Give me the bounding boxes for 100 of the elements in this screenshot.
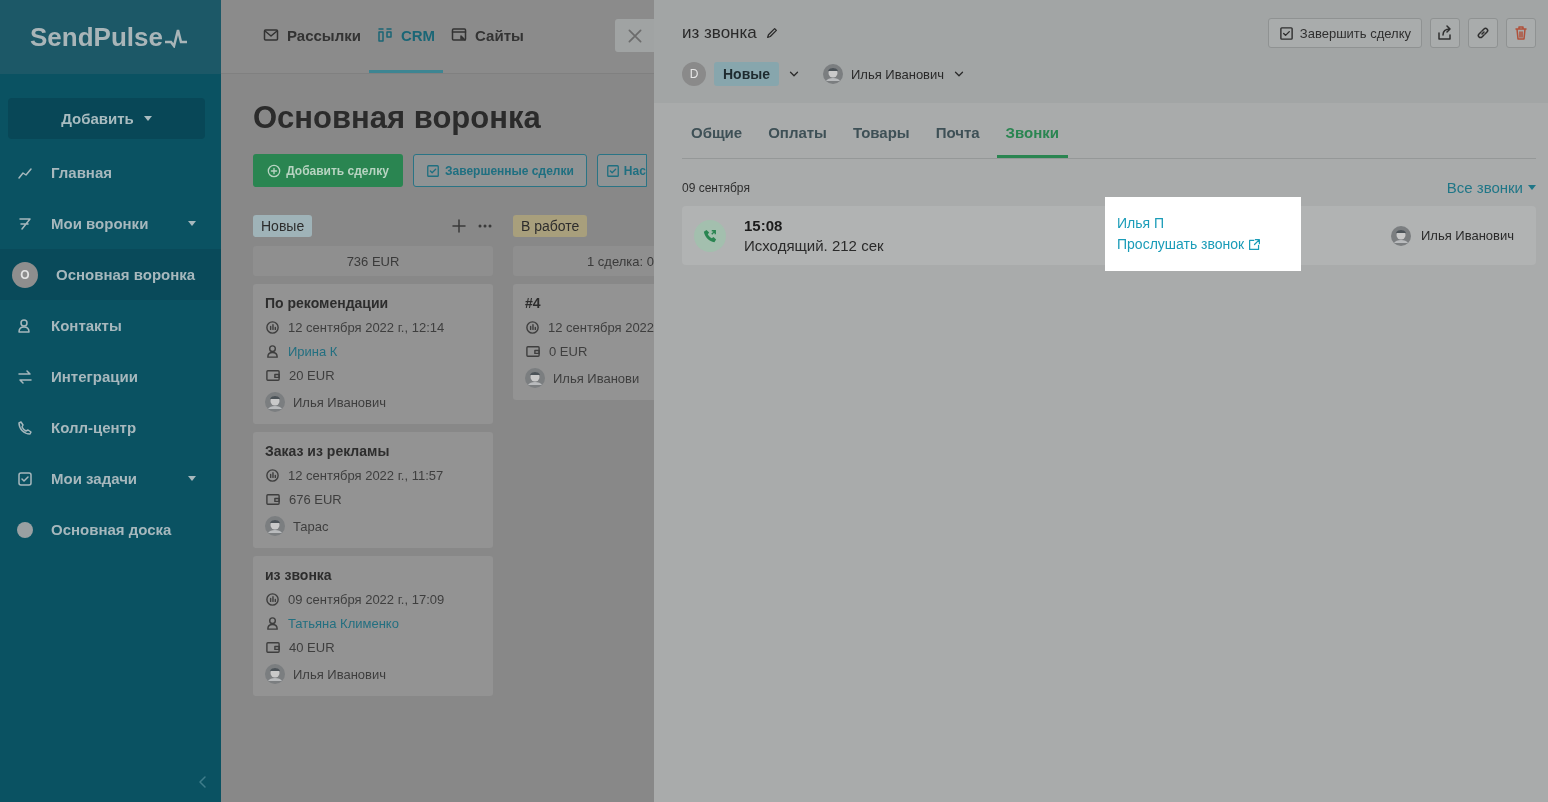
deal-card[interactable]: По рекомендации 12 сентября 2022 г., 12:14 Ирина К 20 EUR Илья Иванович	[253, 284, 493, 424]
sidebar-item[interactable]: Контакты	[0, 300, 221, 351]
people-icon	[17, 317, 33, 334]
user-avatar-icon	[265, 664, 285, 684]
tab[interactable]: Товары	[843, 110, 919, 158]
toolbar-button[interactable]: Добавить сделку	[253, 154, 403, 187]
deal-date: 12 сентября 2022	[548, 320, 654, 335]
user-avatar-icon	[1390, 225, 1411, 246]
circle-icon	[17, 521, 33, 538]
deal-date: 12 сентября 2022 г., 12:14	[288, 320, 445, 335]
clock-icon	[265, 320, 280, 335]
pencil-icon	[764, 26, 779, 40]
date-label: 09 сентября	[682, 180, 750, 195]
owner-name: Тарас	[293, 518, 329, 534]
link-icon	[1475, 25, 1491, 41]
tab[interactable]: Оплаты	[759, 110, 836, 158]
caret-icon	[188, 476, 196, 481]
deal-title: из звонка	[682, 23, 757, 43]
caret-icon	[143, 116, 152, 121]
owner-name: Илья Иванович	[1420, 228, 1514, 243]
phone-icon	[17, 419, 33, 436]
sidebar-item[interactable]: Мои воронки	[0, 198, 221, 249]
deal-title: По рекомендации	[265, 295, 390, 311]
checkbox-icon	[426, 163, 440, 178]
call-description: Исходящий. 212 сек	[744, 237, 885, 254]
wallet-icon	[265, 492, 281, 507]
sidebar-item[interactable]: Интеграции	[0, 351, 221, 402]
column-summary: 736 EUR	[253, 246, 493, 276]
trash-icon	[1513, 25, 1529, 41]
listen-call-link[interactable]: Прослушать звонок	[1117, 236, 1262, 252]
deal-amount: 0 EUR	[549, 344, 588, 359]
checkbox-icon	[605, 163, 620, 178]
deal-title: #4	[525, 295, 542, 311]
checkbox-icon	[17, 470, 33, 487]
deal-amount: 20 EUR	[289, 368, 335, 383]
tab[interactable]: Звонки	[996, 110, 1068, 158]
deal-date: 12 сентября 2022 г., 11:57	[288, 468, 444, 483]
deal-title: из звонка	[265, 567, 333, 583]
deal-title: Заказ из рекламы	[265, 443, 391, 459]
owner-name: Илья Иванович	[293, 394, 387, 410]
clock-icon	[265, 468, 280, 483]
complete-deal-button[interactable]: Завершить сделку	[1267, 18, 1422, 48]
tab[interactable]: Почта	[926, 110, 989, 158]
link-button[interactable]	[1468, 18, 1498, 48]
column-summary: 1 сделка: 0	[513, 246, 654, 276]
deal-date: 09 сентября 2022 г., 17:09	[288, 592, 445, 607]
avatar-circle: O	[12, 261, 38, 288]
caret-icon	[188, 221, 196, 226]
contact-link[interactable]: Ирина К	[288, 344, 338, 359]
stage-label: В работе	[513, 215, 588, 237]
deal-card[interactable]: Заказ из рекламы 12 сентября 2022 г., 11:57 676 EUR Тарас	[253, 432, 493, 548]
wallet-icon	[265, 368, 281, 383]
plus-icon	[451, 218, 467, 234]
person-icon	[265, 616, 280, 631]
nav-tab[interactable]: CRM	[368, 0, 444, 73]
checkbox-icon	[1278, 25, 1294, 41]
wallet-icon	[265, 640, 281, 655]
add-button[interactable]: Добавить	[8, 98, 205, 139]
contact-link[interactable]: Татьяна Клименко	[288, 616, 399, 631]
deal-card[interactable]: из звонка 09 сентября 2022 г., 17:09 Татьяна Клименко 40 EUR Илья Иванович	[253, 556, 493, 696]
share-button[interactable]	[1430, 18, 1460, 48]
tab[interactable]: Общие	[682, 110, 752, 158]
phone-outgoing-icon	[694, 219, 726, 252]
clock-icon	[265, 592, 280, 607]
owner-name: Илья Иванович	[293, 666, 387, 682]
stage-label: Новые	[253, 215, 313, 237]
user-avatar-icon	[265, 392, 285, 412]
swap-arrows-icon	[17, 368, 33, 385]
person-icon	[265, 344, 280, 359]
nav-tab[interactable]: Рассылки	[255, 0, 369, 73]
external-link-icon	[1248, 237, 1262, 251]
mail-icon	[263, 27, 279, 43]
columns-icon	[376, 27, 393, 43]
sidebar-item[interactable]: Мои задачи	[0, 453, 221, 504]
owner-name[interactable]: Илья Иванович	[851, 66, 945, 82]
user-avatar-icon	[823, 64, 843, 84]
user-avatar-icon	[265, 516, 285, 536]
plus-circle-icon	[267, 163, 282, 178]
sidebar-item[interactable]: Колл-центр	[0, 402, 221, 453]
browser-cursor-icon	[451, 27, 468, 43]
share-icon	[1437, 25, 1453, 41]
deal-amount: 676 EUR	[289, 492, 342, 507]
sidebar-item[interactable]: Основная доска	[0, 504, 221, 555]
all-calls-dropdown[interactable]: Все звонки	[1446, 179, 1536, 196]
nav-tab[interactable]: Сайты	[443, 0, 532, 73]
stage-avatar: D	[682, 62, 706, 86]
user-avatar-icon	[525, 368, 545, 388]
clock-icon	[525, 320, 540, 335]
sidebar-item[interactable]: O Основная воронка	[0, 249, 221, 300]
sidebar-item[interactable]: Главная	[0, 147, 221, 198]
deal-amount: 40 EUR	[289, 640, 335, 655]
stage-label[interactable]: Новые	[714, 62, 779, 86]
call-time: 15:08	[744, 217, 784, 234]
contact-link[interactable]: Илья П	[1117, 215, 1165, 231]
deal-card[interactable]: #4 12 сентября 2022 0 EUR Илья Иванови	[513, 284, 654, 400]
owner-name: Илья Иванови	[553, 370, 640, 386]
caret-icon	[1528, 185, 1536, 190]
wallet-icon	[525, 344, 541, 359]
board-title: Основная воронка	[253, 100, 542, 136]
lightning-icon	[17, 215, 33, 232]
